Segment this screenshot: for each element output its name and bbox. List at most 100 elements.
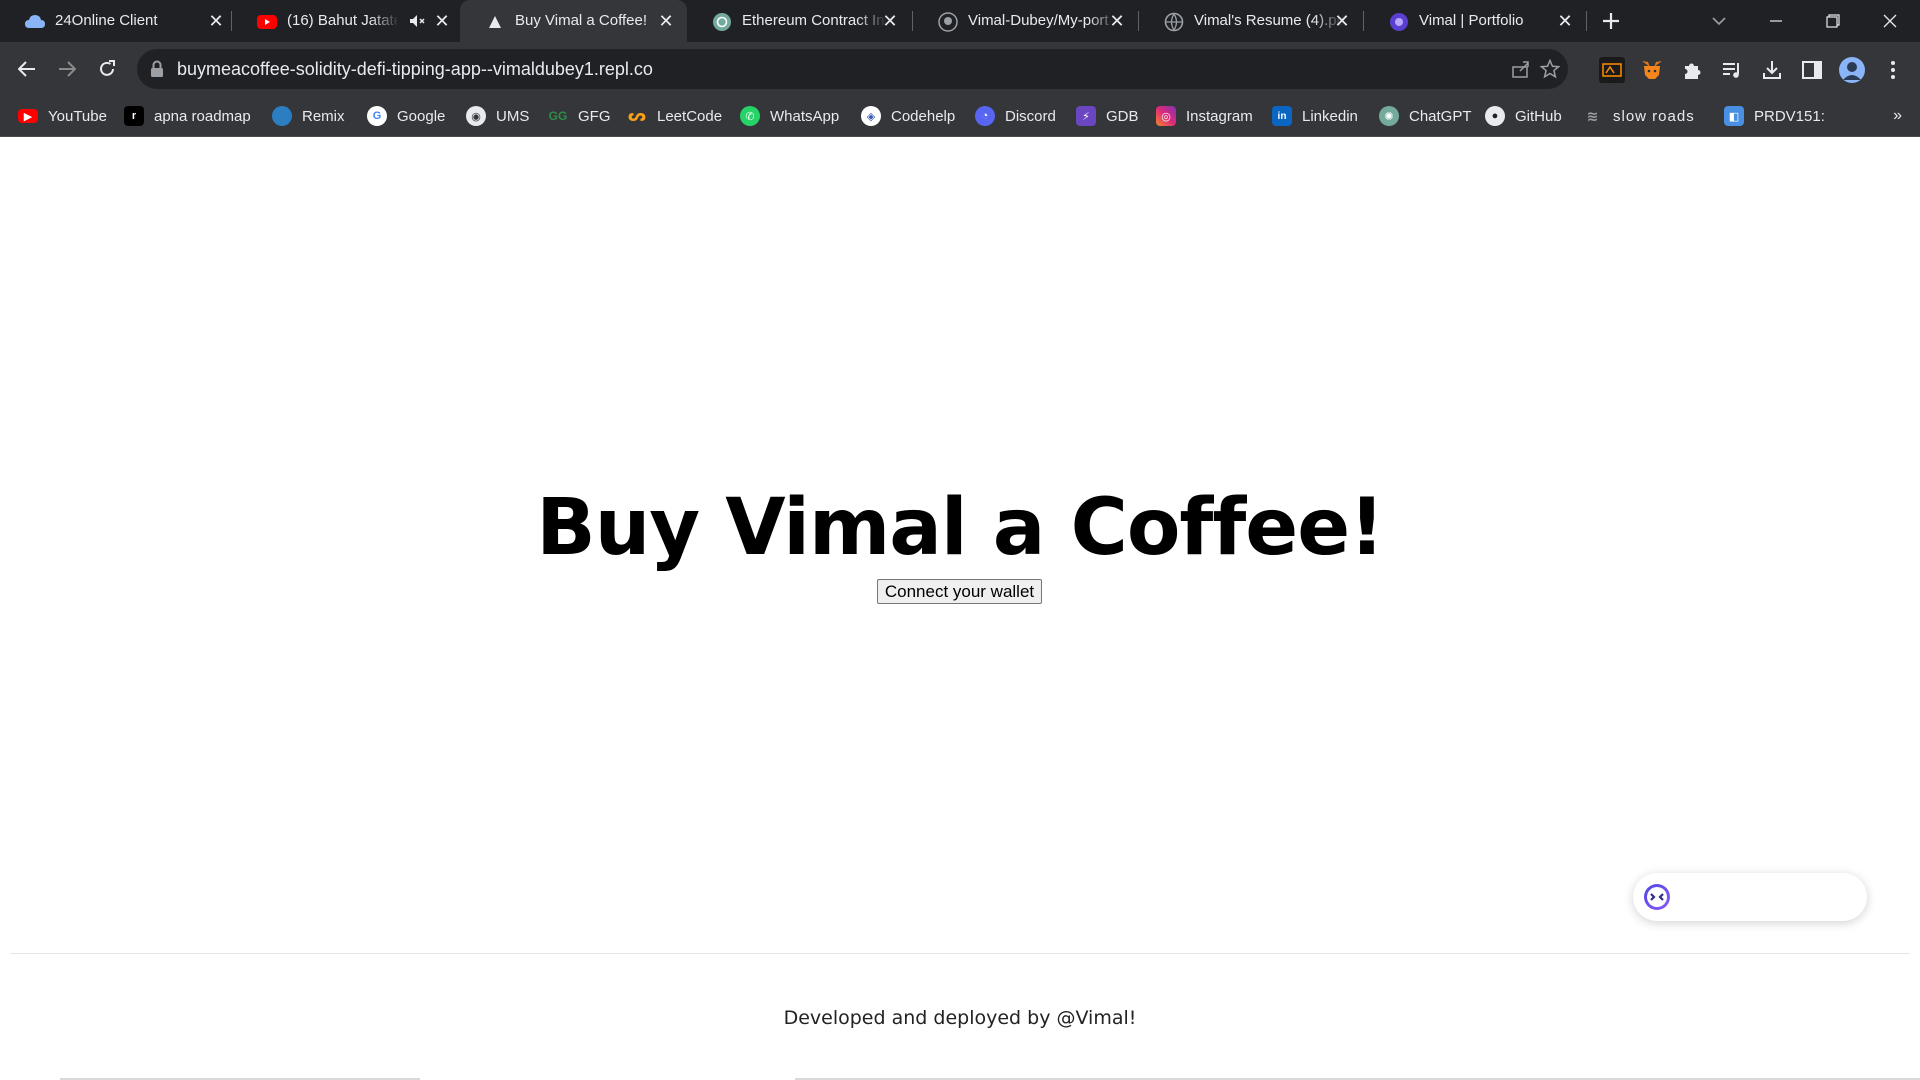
media-queue-icon[interactable] [1719, 57, 1745, 83]
lock-icon[interactable] [150, 60, 164, 83]
browser-toolbar: buymeacoffee-solidity-defi-tipping-app--… [0, 42, 1920, 96]
reload-button[interactable] [90, 52, 124, 86]
star-icon[interactable] [1539, 58, 1561, 79]
extension-dark-icon[interactable] [1599, 57, 1625, 83]
bookmark-leetcode[interactable]: ᔕ LeetCode [627, 96, 722, 136]
cloud-icon [25, 12, 45, 32]
close-icon[interactable]: ✕ [431, 10, 453, 32]
apna-icon: r [124, 106, 144, 126]
tab-fade [370, 0, 400, 42]
tab-youtube[interactable]: (16) Bahut Jatate ✕ [232, 0, 458, 42]
tab-separator [1586, 11, 1587, 31]
tab-title: Buy Vimal a Coffee! [515, 12, 648, 29]
back-button[interactable] [10, 52, 44, 86]
reload-icon [100, 60, 115, 76]
github-icon: ● [1485, 106, 1505, 126]
globe-icon: ◉ [466, 106, 486, 126]
bookmark-chatgpt[interactable]: ✺ ChatGPT [1379, 96, 1472, 136]
bookmark-whatsapp[interactable]: ✆ WhatsApp [740, 96, 839, 136]
tab-title: Vimal | Portfolio [1419, 12, 1524, 29]
bookmark-label: PRDV151: [1754, 107, 1825, 125]
bookmark-label: apna roadmap [154, 107, 251, 125]
bookmark-gfg[interactable]: GG GFG [548, 96, 611, 136]
bookmark-instagram[interactable]: ◎ Instagram [1156, 96, 1253, 136]
bookmark-slow-roads[interactable]: ≋ slow roads [1583, 96, 1695, 136]
address-bar[interactable]: buymeacoffee-solidity-defi-tipping-app--… [137, 49, 1568, 89]
bookmark-apna-roadmap[interactable]: r apna roadmap [124, 96, 251, 136]
more-menu-icon[interactable] [1880, 57, 1906, 83]
close-icon[interactable]: ✕ [879, 10, 901, 32]
bookmark-prdv151[interactable]: ◧ PRDV151: [1724, 96, 1825, 136]
openai-icon: ✺ [1379, 106, 1399, 126]
close-icon [1883, 14, 1897, 28]
page-content: Buy Vimal a Coffee! Connect your wallet … [0, 137, 1920, 1080]
tab-search-button[interactable] [1697, 0, 1741, 42]
tab-24online[interactable]: 24Online Client ✕ [0, 0, 232, 42]
arrow-right-icon [59, 61, 76, 77]
bookmark-label: Discord [1005, 107, 1056, 125]
close-icon[interactable]: ✕ [655, 10, 677, 32]
page-title: Buy Vimal a Coffee! [536, 483, 1384, 573]
close-window-button[interactable] [1868, 0, 1912, 42]
share-icon[interactable] [1511, 59, 1531, 79]
leetcode-icon: ᔕ [627, 108, 647, 125]
plus-icon [1603, 13, 1619, 29]
bookmarks-overflow-button[interactable]: » [1893, 96, 1902, 136]
bookmarks-bar: ▶ YouTube r apna roadmap Remix G Google … [0, 96, 1920, 137]
forward-button[interactable] [50, 52, 84, 86]
openai-icon [712, 12, 732, 32]
discord-icon: ◔ [975, 106, 995, 126]
replit-triangle-icon [485, 12, 505, 32]
bookmark-label: Codehelp [891, 107, 956, 125]
minimize-icon [1770, 20, 1782, 22]
chevron-down-icon [1712, 17, 1726, 26]
close-icon[interactable]: ✕ [1106, 10, 1128, 32]
bookmark-ums[interactable]: ◉ UMS [466, 96, 529, 136]
portfolio-icon [1389, 12, 1409, 32]
tab-title: 24Online Client [55, 12, 158, 29]
bookmark-github[interactable]: ● GitHub [1485, 96, 1562, 136]
bookmark-gdb[interactable]: ⚡ GDB [1076, 96, 1139, 136]
puzzle-extensions-icon[interactable] [1679, 57, 1705, 83]
speaker-muted-icon[interactable] [407, 11, 427, 35]
restore-button[interactable] [1811, 0, 1855, 42]
tab-buy-vimal-coffee[interactable]: Buy Vimal a Coffee! ✕ [460, 0, 687, 42]
bookmark-remix[interactable]: Remix [272, 96, 345, 136]
bookmark-label: LeetCode [657, 107, 723, 125]
close-icon[interactable]: ✕ [205, 10, 227, 32]
tab-ethereum-contract[interactable]: Ethereum Contract Int ✕ [687, 0, 913, 42]
tab-resume-pdf[interactable]: Vimal's Resume (4).pd ✕ [1139, 0, 1364, 42]
bookmark-codehelp[interactable]: ◈ Codehelp [861, 96, 955, 136]
bookmark-label: Linkedin [1302, 107, 1358, 125]
tab-github-portfolio[interactable]: Vimal-Dubey/My-port ✕ [913, 0, 1139, 42]
chat-bot-icon[interactable] [1643, 883, 1671, 911]
profile-avatar[interactable] [1839, 57, 1865, 83]
instagram-icon: ◎ [1156, 106, 1176, 126]
bookmark-linkedin[interactable]: in Linkedin [1272, 96, 1358, 136]
youtube-icon [257, 12, 277, 32]
google-icon: G [367, 106, 387, 126]
connect-wallet-button[interactable]: Connect your wallet [877, 579, 1042, 604]
whatsapp-icon: ✆ [740, 106, 760, 126]
bookmark-google[interactable]: G Google [367, 96, 445, 136]
close-icon[interactable]: ✕ [1331, 10, 1353, 32]
download-icon[interactable] [1759, 57, 1785, 83]
url-text[interactable]: buymeacoffee-solidity-defi-tipping-app--… [177, 49, 653, 89]
minimize-button[interactable] [1754, 0, 1798, 42]
remix-icon [272, 106, 292, 126]
bookmark-label: slow roads [1613, 107, 1695, 125]
bookmark-discord[interactable]: ◔ Discord [975, 96, 1056, 136]
tab-strip: 24Online Client ✕ (16) Bahut Jatate ✕ Bu… [0, 0, 1920, 42]
close-icon[interactable]: ✕ [1554, 10, 1576, 32]
tab-vimal-portfolio[interactable]: Vimal | Portfolio ✕ [1364, 0, 1587, 42]
arrow-left-icon [18, 61, 35, 77]
bookmark-label: Google [397, 107, 446, 125]
footer-divider [10, 953, 1910, 954]
side-panel-icon[interactable] [1799, 57, 1825, 83]
bookmark-youtube[interactable]: ▶ YouTube [18, 96, 107, 136]
bookmark-label: ChatGPT [1409, 107, 1472, 125]
bookmark-label: UMS [496, 107, 530, 125]
chat-widget[interactable] [1633, 873, 1867, 921]
new-tab-button[interactable] [1589, 0, 1633, 42]
metamask-fox-icon[interactable] [1639, 57, 1665, 83]
